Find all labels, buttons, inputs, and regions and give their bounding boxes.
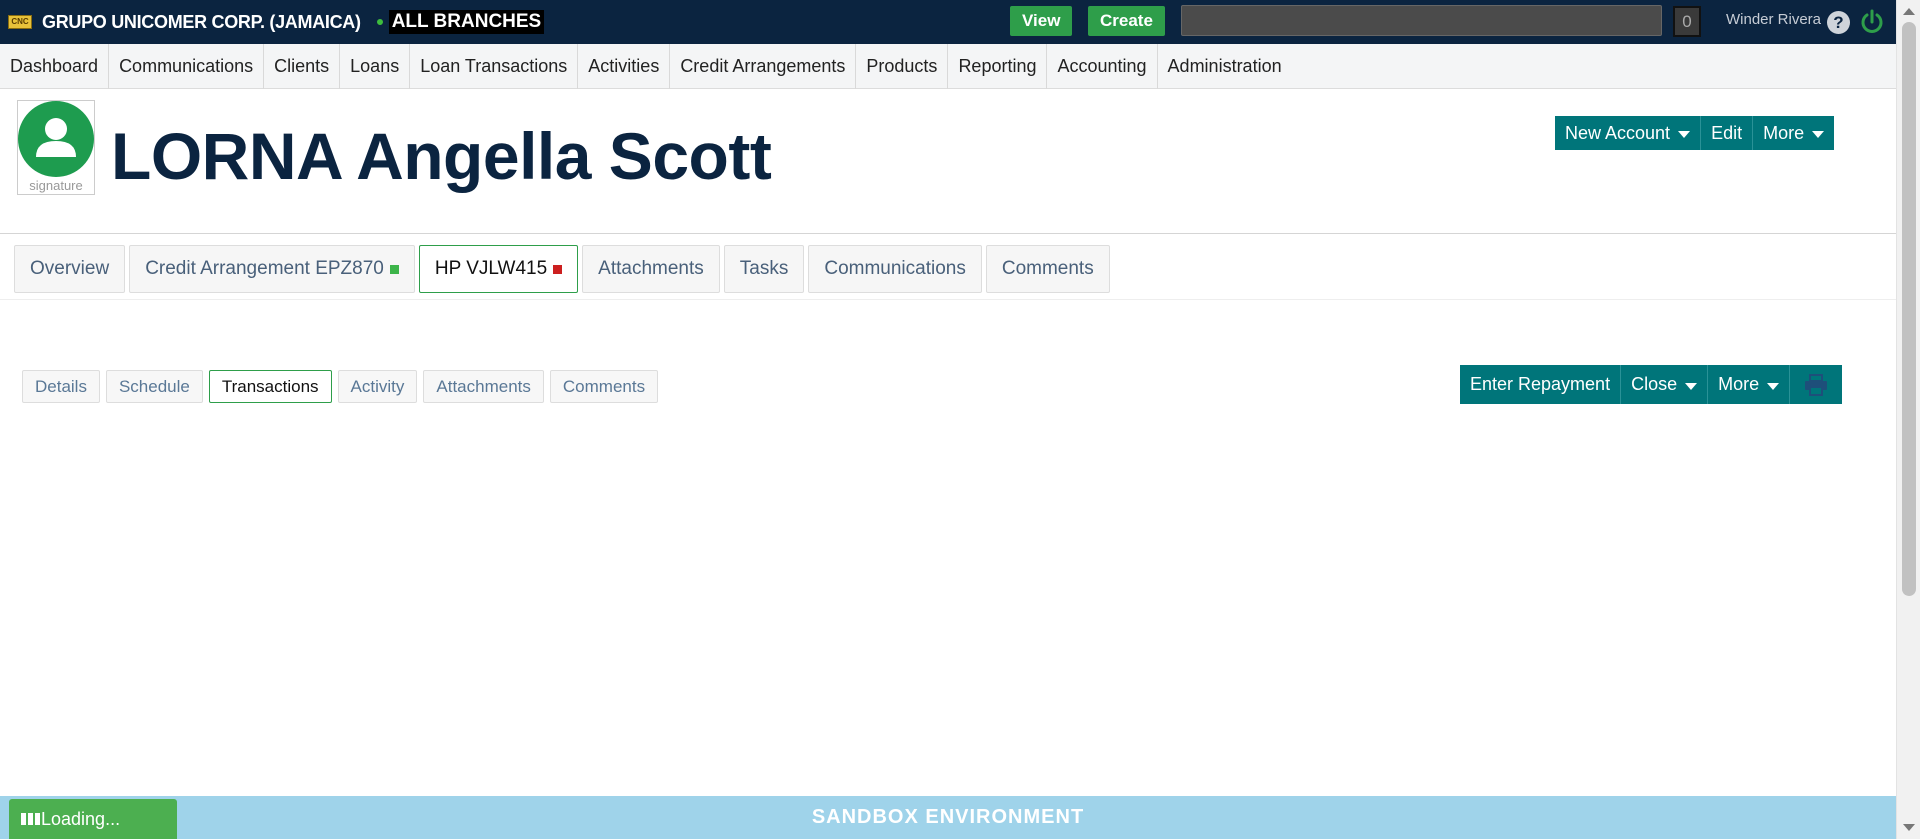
menu-reporting[interactable]: Reporting [948,43,1048,89]
client-actions: New Account Edit More [1555,116,1835,150]
loading-label: Loading... [41,809,121,829]
tab-credit-arrangement[interactable]: Credit Arrangement EPZ870 [129,245,415,293]
tab-label: Tasks [739,258,789,279]
subtab-transactions[interactable]: Transactions [208,370,332,403]
main-menu: Dashboard Communications Clients Loans L… [0,43,1896,89]
new-account-label: New Account [1565,122,1671,143]
menu-administration[interactable]: Administration [1158,44,1292,89]
notification-count[interactable]: 0 [1673,6,1701,37]
branch-status-dot [376,19,383,25]
company-logo: CNC [8,15,32,29]
loan-subtabs: Details Schedule Transactions Activity A… [22,370,664,403]
avatar-caption: signature [29,178,83,193]
subtab-details[interactable]: Details [22,370,100,403]
subtab-comments[interactable]: Comments [549,370,659,403]
user-name[interactable]: Winder Rivera [1726,11,1821,28]
close-label: Close [1631,374,1678,394]
caret-down-icon [1767,382,1780,390]
loading-bars-icon [21,813,40,825]
scroll-down-icon[interactable] [1903,824,1915,831]
scroll-up-icon[interactable] [1903,8,1915,15]
loading-indicator: Loading... [9,799,177,839]
header-divider [0,233,1896,234]
tab-overview[interactable]: Overview [14,245,126,293]
menu-credit-arrangements[interactable]: Credit Arrangements [670,43,857,89]
more-button[interactable]: More [1752,116,1834,150]
subtab-attachments[interactable]: Attachments [423,370,544,403]
new-account-button[interactable]: New Account [1555,116,1700,150]
menu-activities[interactable]: Activities [578,43,671,89]
status-square-icon [389,264,399,274]
edit-label: Edit [1711,122,1743,143]
menu-clients[interactable]: Clients [264,43,341,89]
more-label: More [1763,122,1805,143]
menu-products[interactable]: Products [856,43,949,89]
tab-communications[interactable]: Communications [808,245,982,293]
menu-accounting[interactable]: Accounting [1047,43,1158,89]
menu-loan-transactions[interactable]: Loan Transactions [410,43,579,89]
tab-label: Comments [1001,258,1094,279]
search-input[interactable] [1181,5,1662,36]
caret-down-icon [1812,131,1825,138]
sandbox-environment-banner: SANDBOX ENVIRONMENT [0,796,1896,839]
edit-button[interactable]: Edit [1700,116,1752,150]
scroll-thumb[interactable] [1902,22,1916,596]
tab-label: HP VJLW415 [434,258,548,279]
vertical-scrollbar[interactable] [1896,0,1920,839]
caret-down-icon [1678,131,1691,138]
user-avatar-icon [18,101,94,177]
loan-actions: Enter Repayment Close More [1460,365,1843,404]
tab-label: Communications [824,258,966,279]
subtab-activity[interactable]: Activity [337,370,418,403]
view-button[interactable]: View [1010,6,1073,36]
status-square-icon [553,264,563,274]
top-bar: CNC GRUPO UNICOMER CORP. (JAMAICA) ALL B… [0,0,1896,44]
tab-label: Overview [30,258,110,279]
print-button[interactable] [1789,365,1842,404]
enter-repayment-label: Enter Repayment [1470,374,1611,394]
tabs-divider [0,299,1896,300]
loan-more-label: More [1718,374,1760,394]
caret-down-icon [1685,382,1698,390]
enter-repayment-button[interactable]: Enter Repayment [1460,365,1620,404]
help-icon[interactable]: ? [1827,11,1850,34]
close-button[interactable]: Close [1620,365,1707,404]
power-icon[interactable] [1859,9,1885,35]
tab-attachments[interactable]: Attachments [582,245,720,293]
tab-label: Attachments [598,258,704,279]
account-tabs: Overview Credit Arrangement EPZ870 HP VJ… [14,245,1114,293]
subtab-schedule[interactable]: Schedule [105,370,203,403]
printer-icon [1805,373,1828,396]
tab-label: Credit Arrangement EPZ870 [145,258,384,279]
loan-more-button[interactable]: More [1707,365,1789,404]
create-button[interactable]: Create [1088,6,1165,36]
company-name: GRUPO UNICOMER CORP. (JAMAICA) [42,11,361,32]
client-name: LORNA Angella Scott [111,119,772,193]
client-avatar[interactable]: signature [17,100,95,195]
branch-selector[interactable]: ALL BRANCHES [388,10,545,34]
menu-dashboard[interactable]: Dashboard [0,43,110,89]
tab-hire-purchase[interactable]: HP VJLW415 [418,245,579,293]
tab-tasks[interactable]: Tasks [723,245,805,293]
menu-communications[interactable]: Communications [109,43,265,89]
menu-loans[interactable]: Loans [340,43,411,89]
tab-comments[interactable]: Comments [985,245,1110,293]
